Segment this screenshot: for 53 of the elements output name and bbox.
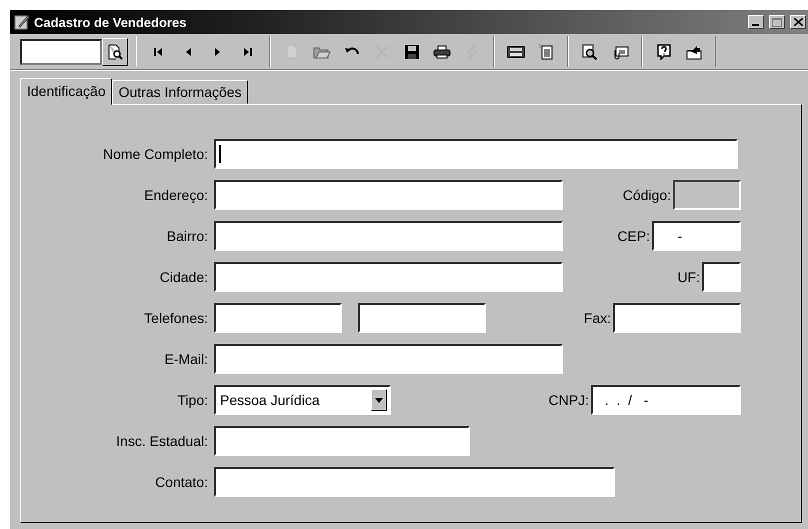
- field-label: UF:: [677, 269, 701, 285]
- previous-icon: [184, 46, 192, 56]
- input-field[interactable]: [214, 344, 563, 374]
- field-label: Insc. Estadual:: [115, 433, 209, 449]
- notepad-icon: [538, 43, 554, 60]
- tab[interactable]: Identificação: [20, 78, 112, 105]
- type-dropdown[interactable]: Pessoa Jurídica: [214, 385, 391, 415]
- last-record-icon: [243, 46, 253, 56]
- field-label: Cidade:: [158, 269, 209, 285]
- folder-arrow-icon: [685, 44, 703, 60]
- input-field[interactable]: [214, 139, 738, 169]
- input-field[interactable]: -: [652, 221, 741, 251]
- dropdown-arrow-icon: [375, 398, 383, 402]
- next-icon: [214, 46, 222, 56]
- input-field[interactable]: [214, 467, 615, 497]
- input-field[interactable]: [702, 262, 741, 292]
- help-icon: [657, 44, 671, 60]
- form-pencil-icon: [14, 14, 30, 30]
- field-label: Contato:: [154, 474, 209, 490]
- first-record-icon: [153, 46, 163, 56]
- input-field[interactable]: [358, 303, 486, 333]
- find-button[interactable]: [102, 38, 128, 66]
- window-title: Cadastro de Vendedores: [34, 14, 188, 30]
- close-button[interactable]: [790, 15, 806, 29]
- input-field[interactable]: [214, 303, 342, 333]
- input-field[interactable]: [214, 180, 563, 210]
- field-label: CNPJ:: [548, 392, 590, 408]
- calculator-icon: [507, 46, 525, 58]
- text-cursor: [219, 145, 221, 163]
- input-field[interactable]: . . / -: [591, 385, 741, 415]
- field-label: CEP:: [617, 228, 651, 244]
- close-icon: [794, 18, 802, 26]
- input-field[interactable]: [214, 426, 470, 456]
- field-label: Telefones:: [143, 310, 209, 326]
- field-label: Endereço:: [143, 187, 209, 203]
- search-field[interactable]: [20, 38, 102, 64]
- input-field[interactable]: [613, 303, 741, 333]
- tab[interactable]: Outras Informações: [112, 80, 248, 104]
- field-label: Código:: [622, 187, 672, 203]
- field-label: Tipo:: [176, 392, 209, 408]
- printer-icon: [433, 44, 451, 58]
- maximize-icon: [772, 18, 782, 26]
- input-field[interactable]: [214, 262, 563, 292]
- field-label: Bairro:: [166, 228, 209, 244]
- input-field[interactable]: [214, 221, 563, 251]
- folder-icon: [313, 44, 331, 58]
- field-label: Fax:: [584, 310, 612, 326]
- blank-page-icon: [286, 44, 298, 59]
- page-magnifier-icon: [582, 44, 598, 60]
- field-label: E-Mail:: [163, 351, 209, 367]
- field-label: Nome Completo:: [102, 146, 209, 162]
- minimize-button[interactable]: [748, 15, 764, 29]
- magnifier-page-icon: [107, 44, 123, 60]
